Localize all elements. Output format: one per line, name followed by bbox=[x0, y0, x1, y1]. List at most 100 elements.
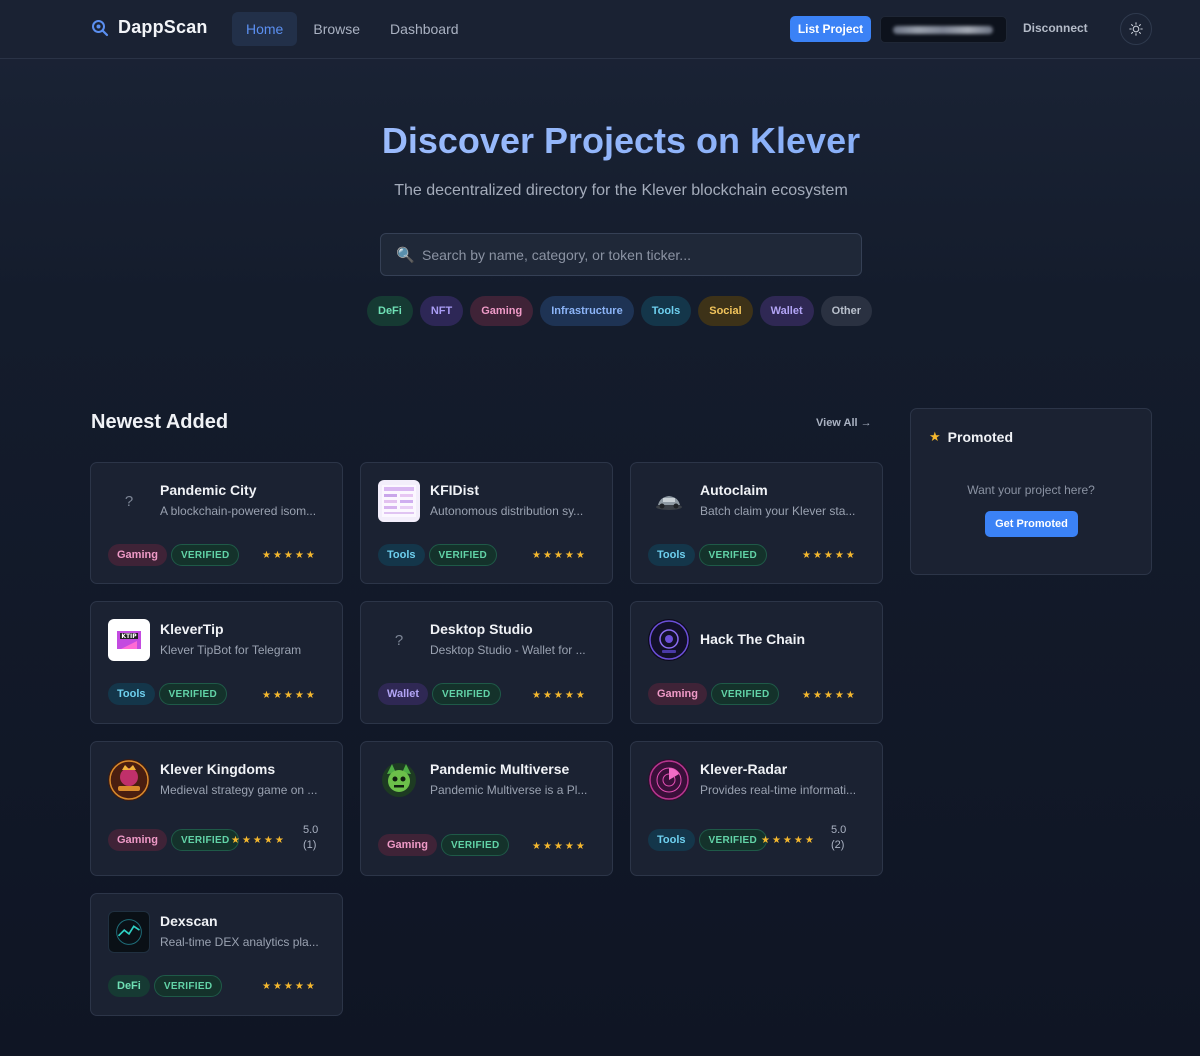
project-card-kfidist[interactable]: KFIDist Autonomous distribution sy... To… bbox=[360, 462, 613, 584]
category-tag[interactable]: Tools bbox=[648, 544, 695, 566]
verified-badge: VERIFIED bbox=[170, 829, 240, 851]
project-card-pandemic-city[interactable]: ? Pandemic City A blockchain-powered iso… bbox=[90, 462, 343, 584]
logo-text: DappScan bbox=[118, 17, 208, 37]
promoted-text: Want your project here? bbox=[967, 483, 1095, 497]
project-logo bbox=[648, 619, 690, 661]
vehicle-logo-icon bbox=[656, 496, 682, 510]
project-placeholder-icon: ? bbox=[394, 631, 404, 649]
category-tag[interactable]: Tools bbox=[378, 544, 425, 566]
star-rating: ★★★★★ bbox=[231, 835, 286, 846]
wallet-address[interactable] bbox=[880, 16, 1007, 43]
klevertip-logo-icon: KTIP bbox=[117, 631, 141, 649]
category-tag[interactable]: Tools bbox=[648, 829, 695, 851]
verified-badge: VERIFIED bbox=[698, 829, 768, 851]
category-chip-tools[interactable]: Tools bbox=[640, 296, 692, 326]
verified-badge: VERIFIED bbox=[698, 544, 768, 566]
project-tags: DeFi VERIFIED bbox=[108, 975, 223, 997]
view-all-link[interactable]: View All → bbox=[816, 417, 872, 429]
project-logo bbox=[108, 759, 150, 801]
project-logo bbox=[378, 759, 420, 801]
search-input[interactable] bbox=[422, 234, 852, 275]
project-description: Autonomous distribution sy... bbox=[430, 504, 584, 518]
logo[interactable]: DappScan bbox=[91, 17, 208, 38]
search-box[interactable]: 🔍 bbox=[380, 233, 862, 276]
category-tag[interactable]: Tools bbox=[108, 683, 155, 705]
promoted-panel: ★ Promoted Want your project here? Get P… bbox=[910, 408, 1152, 575]
category-tag[interactable]: DeFi bbox=[108, 975, 150, 997]
project-description: Pandemic Multiverse is a Pl... bbox=[430, 783, 588, 797]
verified-badge: VERIFIED bbox=[153, 975, 223, 997]
list-project-button[interactable]: List Project bbox=[790, 16, 871, 42]
project-description: Batch claim your Klever sta... bbox=[700, 504, 856, 518]
project-card-klever-radar[interactable]: Klever-Radar Provides real-time informat… bbox=[630, 741, 883, 876]
category-chip-nft[interactable]: NFT bbox=[419, 296, 464, 326]
project-name: Dexscan bbox=[160, 913, 218, 929]
project-tags: Gaming VERIFIED bbox=[108, 544, 240, 566]
verified-badge: VERIFIED bbox=[710, 683, 780, 705]
category-chip-social[interactable]: Social bbox=[698, 296, 753, 326]
project-card-hack-the-chain[interactable]: Hack The Chain Gaming VERIFIED ★★★★★ bbox=[630, 601, 883, 724]
project-name: Klever-Radar bbox=[700, 761, 788, 777]
project-tags: Gaming VERIFIED bbox=[108, 829, 240, 851]
verified-badge: VERIFIED bbox=[170, 544, 240, 566]
project-tags: Tools VERIFIED bbox=[648, 544, 768, 566]
star-rating: ★★★★★ bbox=[532, 690, 587, 701]
project-tags: Wallet VERIFIED bbox=[378, 683, 501, 705]
star-rating: ★★★★★ bbox=[761, 835, 816, 846]
rating-summary: 5.0 (1) bbox=[303, 823, 318, 853]
hack-the-chain-logo-icon bbox=[649, 620, 689, 660]
star-rating: ★★★★★ bbox=[262, 550, 317, 561]
project-tags: Tools VERIFIED bbox=[378, 544, 498, 566]
category-chip-wallet[interactable]: Wallet bbox=[759, 296, 814, 326]
project-name: Pandemic Multiverse bbox=[430, 761, 570, 777]
project-card-pandemic-multiverse[interactable]: Pandemic Multiverse Pandemic Multiverse … bbox=[360, 741, 613, 876]
star-rating: ★★★★★ bbox=[802, 690, 857, 701]
star-rating: ★★★★★ bbox=[262, 981, 317, 992]
project-description: Klever TipBot for Telegram bbox=[160, 643, 302, 657]
nav-home[interactable]: Home bbox=[232, 12, 298, 46]
project-description: Provides real-time informati... bbox=[700, 783, 857, 797]
hero-subtitle: The decentralized directory for the Klev… bbox=[394, 182, 848, 199]
project-name: Klever Kingdoms bbox=[160, 761, 276, 777]
project-placeholder-icon: ? bbox=[124, 492, 134, 510]
category-tag[interactable]: Gaming bbox=[108, 544, 167, 566]
main-nav: Home Browse Dashboard bbox=[232, 12, 473, 46]
disconnect-button[interactable]: Disconnect bbox=[1023, 21, 1088, 35]
project-card-dexscan[interactable]: Dexscan Real-time DEX analytics pla... D… bbox=[90, 893, 343, 1016]
nav-dashboard[interactable]: Dashboard bbox=[376, 12, 473, 46]
project-name: Hack The Chain bbox=[700, 631, 806, 647]
project-description: Medieval strategy game on ... bbox=[160, 783, 318, 797]
category-chip-infrastructure[interactable]: Infrastructure bbox=[540, 296, 634, 326]
dex-chart-logo-icon bbox=[116, 919, 142, 945]
category-tag[interactable]: Wallet bbox=[378, 683, 428, 705]
document-thumbnail-icon bbox=[382, 485, 416, 517]
project-logo: KTIP bbox=[108, 619, 150, 661]
category-chip-defi[interactable]: DeFi bbox=[367, 296, 413, 326]
project-card-klevertip[interactable]: KTIP KleverTip Klever TipBot for Telegra… bbox=[90, 601, 343, 724]
rating-summary: 5.0 (2) bbox=[831, 823, 846, 853]
radar-logo-icon bbox=[649, 760, 689, 800]
get-promoted-button[interactable]: Get Promoted bbox=[985, 511, 1078, 537]
category-chip-gaming[interactable]: Gaming bbox=[470, 296, 534, 326]
theme-toggle-button[interactable] bbox=[1120, 13, 1152, 45]
project-name: KleverTip bbox=[160, 621, 224, 637]
wallet-address-redacted bbox=[893, 26, 993, 34]
section-title: Newest Added bbox=[91, 411, 229, 433]
project-name: KFIDist bbox=[430, 482, 479, 498]
project-card-klever-kingdoms[interactable]: Klever Kingdoms Medieval strategy game o… bbox=[90, 741, 343, 876]
project-name: Autoclaim bbox=[700, 482, 768, 498]
category-tag[interactable]: Gaming bbox=[378, 834, 437, 856]
project-card-autoclaim[interactable]: Autoclaim Batch claim your Klever sta...… bbox=[630, 462, 883, 584]
verified-badge: VERIFIED bbox=[428, 544, 498, 566]
project-card-desktop-studio[interactable]: ? Desktop Studio Desktop Studio - Wallet… bbox=[360, 601, 613, 724]
category-tag[interactable]: Gaming bbox=[108, 829, 167, 851]
star-rating: ★★★★★ bbox=[532, 841, 587, 852]
project-logo bbox=[378, 480, 420, 522]
project-name: Desktop Studio bbox=[430, 621, 533, 637]
project-logo bbox=[648, 759, 690, 801]
category-chip-other[interactable]: Other bbox=[820, 296, 872, 326]
nav-browse[interactable]: Browse bbox=[299, 12, 374, 46]
category-tag[interactable]: Gaming bbox=[648, 683, 707, 705]
hero-title: Discover Projects on Klever bbox=[0, 120, 1200, 162]
kingdom-crest-icon bbox=[109, 760, 149, 800]
